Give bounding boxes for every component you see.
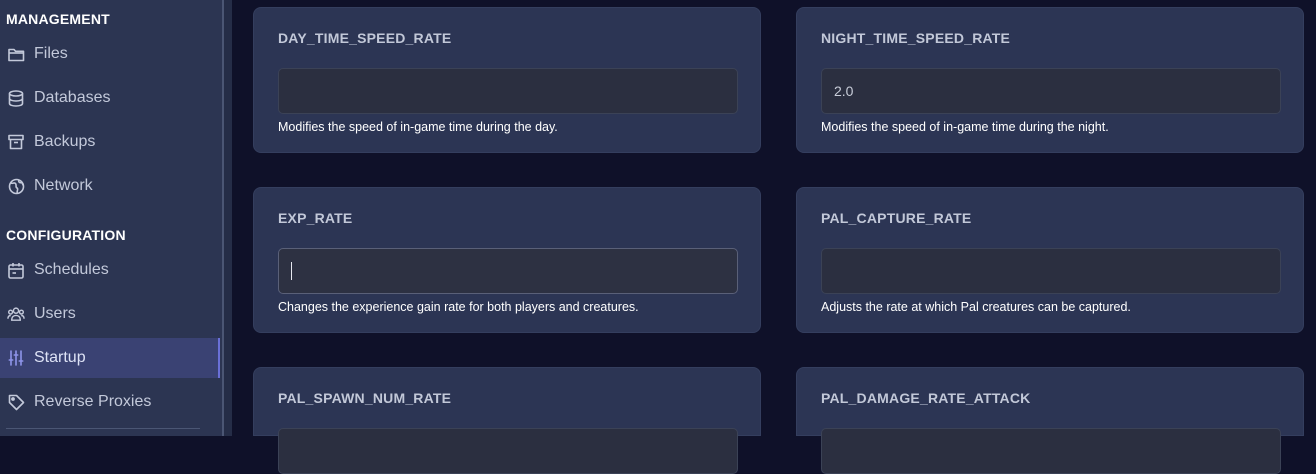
variable-name: PAL_SPAWN_NUM_RATE [278, 390, 452, 406]
sidebar-item-label: Reverse Proxies [34, 393, 152, 410]
sidebar-item-users[interactable]: Users [0, 294, 218, 334]
folder-icon [7, 45, 25, 63]
variable-card: PAL_CAPTURE_RATE Adjusts the rate at whi… [796, 187, 1304, 333]
sidebar-item-startup[interactable]: Startup [0, 338, 220, 378]
sidebar-item-backups[interactable]: Backups [0, 122, 218, 162]
sidebar-divider [6, 428, 200, 429]
variable-value-input[interactable] [821, 428, 1281, 474]
variable-name: PAL_CAPTURE_RATE [821, 210, 972, 226]
text-caret [291, 262, 292, 280]
sidebar-item-label: Startup [34, 349, 86, 366]
variable-description: Changes the experience gain rate for bot… [278, 300, 639, 314]
sidebar-item-label: Files [34, 45, 68, 62]
sidebar: MANAGEMENT Files Databases Backups Netwo… [0, 0, 222, 436]
variable-card: PAL_SPAWN_NUM_RATE [253, 367, 761, 474]
variable-description: Modifies the speed of in-game time durin… [821, 120, 1109, 134]
variable-description: Adjusts the rate at which Pal creatures … [821, 300, 1131, 314]
variable-value-input[interactable] [821, 248, 1281, 294]
sidebar-item-label: Network [34, 177, 93, 194]
variable-name: EXP_RATE [278, 210, 353, 226]
sidebar-item-reverse-proxies[interactable]: Reverse Proxies [0, 382, 218, 422]
variable-value-input[interactable] [821, 68, 1281, 114]
variable-value-input[interactable] [278, 248, 738, 294]
archive-icon [7, 133, 25, 151]
sidebar-item-databases[interactable]: Databases [0, 78, 218, 118]
sliders-icon [7, 349, 25, 367]
variable-card: NIGHT_TIME_SPEED_RATE Modifies the speed… [796, 7, 1304, 153]
sidebar-item-label: Backups [34, 133, 96, 150]
sidebar-item-files[interactable]: Files [0, 34, 218, 74]
variable-card: EXP_RATE Changes the experience gain rat… [253, 187, 761, 333]
sidebar-item-label: Users [34, 305, 76, 322]
users-icon [7, 305, 25, 323]
database-icon [7, 89, 25, 107]
section-heading-configuration: CONFIGURATION [6, 227, 126, 243]
tag-icon [7, 393, 25, 411]
sidebar-scroll-gutter [224, 0, 232, 436]
sidebar-item-schedules[interactable]: Schedules [0, 250, 218, 290]
variable-description: Modifies the speed of in-game time durin… [278, 120, 558, 134]
globe-icon [7, 177, 25, 195]
variable-name: NIGHT_TIME_SPEED_RATE [821, 30, 1011, 46]
section-heading-management: MANAGEMENT [6, 11, 110, 27]
sidebar-item-label: Databases [34, 89, 111, 106]
variable-card: PAL_DAMAGE_RATE_ATTACK [796, 367, 1304, 474]
variable-value-input[interactable] [278, 428, 738, 474]
variable-value-input[interactable] [278, 68, 738, 114]
variable-name: PAL_DAMAGE_RATE_ATTACK [821, 390, 1031, 406]
calendar-icon [7, 261, 25, 279]
sidebar-item-network[interactable]: Network [0, 166, 218, 206]
variable-name: DAY_TIME_SPEED_RATE [278, 30, 452, 46]
variable-card: DAY_TIME_SPEED_RATE Modifies the speed o… [253, 7, 761, 153]
sidebar-item-label: Schedules [34, 261, 109, 278]
